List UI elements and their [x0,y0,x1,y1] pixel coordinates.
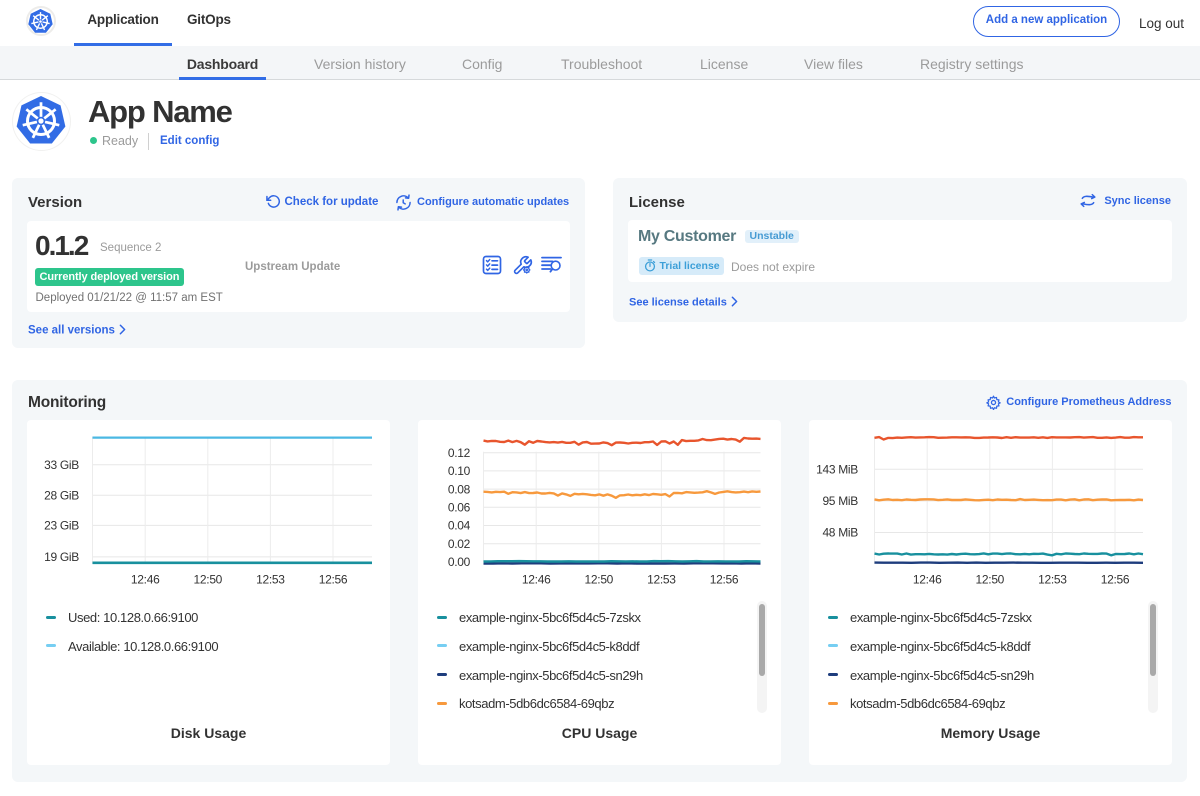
svg-text:48 MiB: 48 MiB [822,526,858,540]
svg-text:12:46: 12:46 [522,573,551,587]
svg-text:12:46: 12:46 [131,573,160,587]
svg-text:143 MiB: 143 MiB [816,463,858,477]
svg-text:12:56: 12:56 [319,573,348,587]
svg-text:12:50: 12:50 [976,573,1005,587]
svg-text:33 GiB: 33 GiB [44,458,79,472]
svg-text:28 GiB: 28 GiB [44,489,79,503]
svg-text:12:56: 12:56 [1101,573,1130,587]
svg-text:0.02: 0.02 [448,537,471,551]
svg-text:12:53: 12:53 [256,573,285,587]
svg-text:0.08: 0.08 [448,482,471,496]
svg-text:12:56: 12:56 [710,573,739,587]
svg-text:0.10: 0.10 [448,464,471,478]
svg-text:12:50: 12:50 [585,573,614,587]
svg-text:95 MiB: 95 MiB [822,494,858,508]
svg-text:12:53: 12:53 [647,573,676,587]
svg-text:12:46: 12:46 [913,573,942,587]
svg-text:12:50: 12:50 [194,573,223,587]
svg-text:23 GiB: 23 GiB [44,519,79,533]
svg-text:0.00: 0.00 [448,555,471,569]
svg-text:0.04: 0.04 [448,519,471,533]
svg-text:0.12: 0.12 [448,446,471,460]
svg-text:0.06: 0.06 [448,501,471,515]
svg-text:12:53: 12:53 [1038,573,1067,587]
svg-text:19 GiB: 19 GiB [44,550,79,564]
